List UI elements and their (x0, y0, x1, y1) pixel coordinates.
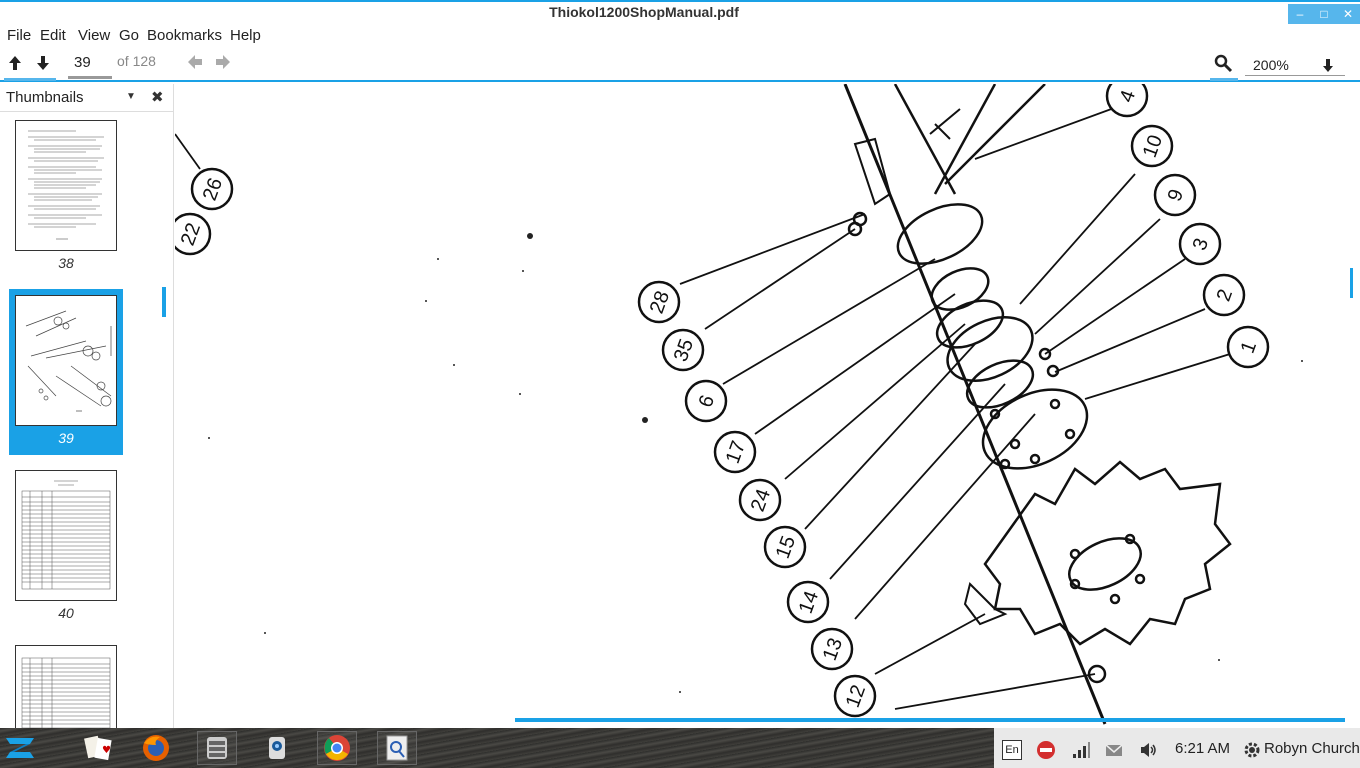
svg-text:♥: ♥ (102, 745, 111, 756)
firefox-icon[interactable] (136, 731, 176, 765)
user-name[interactable]: Robyn Church (1264, 740, 1360, 757)
sidebar-close-icon[interactable]: ✖ (151, 88, 164, 106)
menu-bar: File Edit View Go Bookmarks Help (0, 24, 1360, 48)
search-underline (1210, 78, 1238, 81)
thumbnail-image (15, 295, 117, 426)
mail-icon[interactable] (1104, 740, 1124, 760)
sidebar-dropdown-icon[interactable]: ▼ (126, 91, 136, 102)
thumbnail-image (15, 645, 117, 728)
vertical-scrollbar[interactable] (1350, 268, 1353, 298)
menu-edit[interactable]: Edit (40, 27, 66, 44)
menu-go[interactable]: Go (119, 27, 139, 44)
thumbnail-list[interactable]: 38 39 40 (0, 113, 165, 728)
do-not-disturb-icon[interactable] (1036, 740, 1056, 760)
thumbnail-page-41[interactable]: 41 (9, 639, 123, 728)
page-total: of 128 (117, 53, 156, 69)
sidebar-title: Thumbnails (6, 89, 84, 106)
zoom-value: 200% (1253, 57, 1289, 73)
toolbar: 39 of 128 200% (0, 48, 1360, 82)
page-39-drawing: 26 22 28 35 6 17 24 15 14 13 12 4 10 9 3… (175, 84, 1303, 725)
menu-file[interactable]: File (7, 27, 31, 44)
thumbnail-page-39[interactable]: 39 (9, 289, 123, 455)
close-button[interactable]: ✕ (1336, 4, 1360, 24)
thumbnail-image (15, 120, 117, 251)
clock[interactable]: 6:21 AM (1175, 740, 1230, 757)
zorin-menu-icon[interactable] (0, 728, 44, 768)
thumbnail-label: 38 (58, 255, 74, 271)
pdf-viewer-window: Thiokol1200ShopManual.pdf – □ ✕ File Edi… (0, 0, 1360, 768)
page-input-underline (68, 76, 112, 79)
document-viewer-icon[interactable] (377, 731, 417, 765)
document-view[interactable]: 26 22 28 35 6 17 24 15 14 13 12 4 10 9 3… (175, 84, 1360, 728)
taskbar: ♥ En 6:21 AM Robyn Church (0, 728, 1360, 768)
menu-help[interactable]: Help (230, 27, 261, 44)
gear-icon[interactable] (1242, 740, 1262, 760)
search-icon[interactable] (1212, 52, 1234, 74)
menu-bookmarks[interactable]: Bookmarks (147, 27, 222, 44)
window-title: Thiokol1200ShopManual.pdf (549, 4, 739, 20)
language-indicator[interactable]: En (1002, 740, 1022, 760)
thumbnail-page-40[interactable]: 40 (9, 464, 123, 630)
thumbnail-image (15, 470, 117, 601)
signal-icon[interactable] (1071, 740, 1091, 760)
maximize-button[interactable]: □ (1312, 4, 1336, 24)
file-manager-icon[interactable] (197, 731, 237, 765)
history-back-icon[interactable] (186, 52, 204, 77)
solitaire-icon[interactable]: ♥ (78, 731, 118, 765)
thumbnails-sidebar: Thumbnails ▼ ✖ 38 39 40 (0, 84, 174, 728)
horizontal-scrollbar[interactable] (515, 718, 1345, 722)
title-bar: Thiokol1200ShopManual.pdf – □ ✕ (0, 0, 1360, 24)
menu-view[interactable]: View (78, 27, 110, 44)
chrome-icon[interactable] (317, 731, 357, 765)
thumbnail-page-38[interactable]: 38 (9, 114, 123, 280)
history-forward-icon[interactable] (214, 52, 232, 77)
sidebar-scrollbar[interactable] (162, 287, 166, 317)
system-tray: En 6:21 AM Robyn Church (994, 728, 1360, 768)
next-page-icon[interactable] (32, 52, 54, 74)
webcam-icon[interactable] (257, 731, 297, 765)
sidebar-header: Thumbnails ▼ ✖ (0, 84, 174, 112)
zoom-dropdown-icon[interactable] (1321, 54, 1335, 82)
page-nav-underline (4, 78, 56, 81)
minimize-button[interactable]: – (1288, 4, 1312, 24)
thumbnail-label: 39 (58, 430, 74, 446)
thumbnail-label: 40 (58, 605, 74, 621)
zoom-select[interactable]: 200% (1245, 54, 1345, 76)
volume-icon[interactable] (1138, 740, 1158, 760)
page-number-input[interactable]: 39 (68, 52, 110, 74)
previous-page-icon[interactable] (4, 52, 26, 74)
